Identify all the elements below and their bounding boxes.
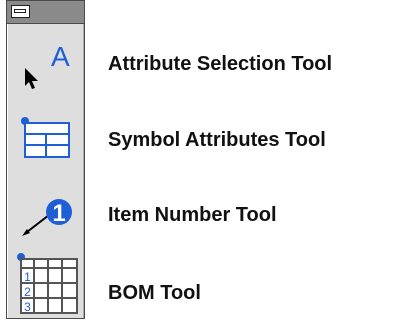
- symbol-attributes-tool-button[interactable]: [7, 101, 84, 171]
- svg-text:A: A: [51, 41, 70, 72]
- attribute-selection-tool-button[interactable]: A: [7, 25, 84, 95]
- arrow-cursor-icon: [25, 68, 38, 89]
- item-number-tool-label: Item Number Tool: [108, 204, 277, 226]
- svg-text:2: 2: [24, 285, 31, 299]
- close-box-icon[interactable]: [11, 5, 30, 18]
- symbol-attributes-tool-label: Symbol Attributes Tool: [108, 129, 326, 151]
- tool-palette: A 1 1 2 3: [6, 0, 85, 319]
- attribute-selection-icon: A: [25, 41, 70, 89]
- bom-tool-label: BOM Tool: [108, 282, 201, 304]
- bom-tool-button[interactable]: 1 2 3: [7, 246, 84, 316]
- bom-icon: 1 2 3: [17, 253, 78, 314]
- palette-titlebar[interactable]: [7, 1, 84, 24]
- svg-text:3: 3: [24, 300, 31, 314]
- svg-text:1: 1: [24, 270, 31, 284]
- symbol-attributes-icon: [21, 117, 70, 158]
- attribute-selection-tool-label: Attribute Selection Tool: [108, 53, 333, 75]
- item-number-icon: 1: [22, 199, 72, 236]
- item-number-tool-button[interactable]: 1: [7, 175, 84, 245]
- svg-text:1: 1: [52, 200, 65, 227]
